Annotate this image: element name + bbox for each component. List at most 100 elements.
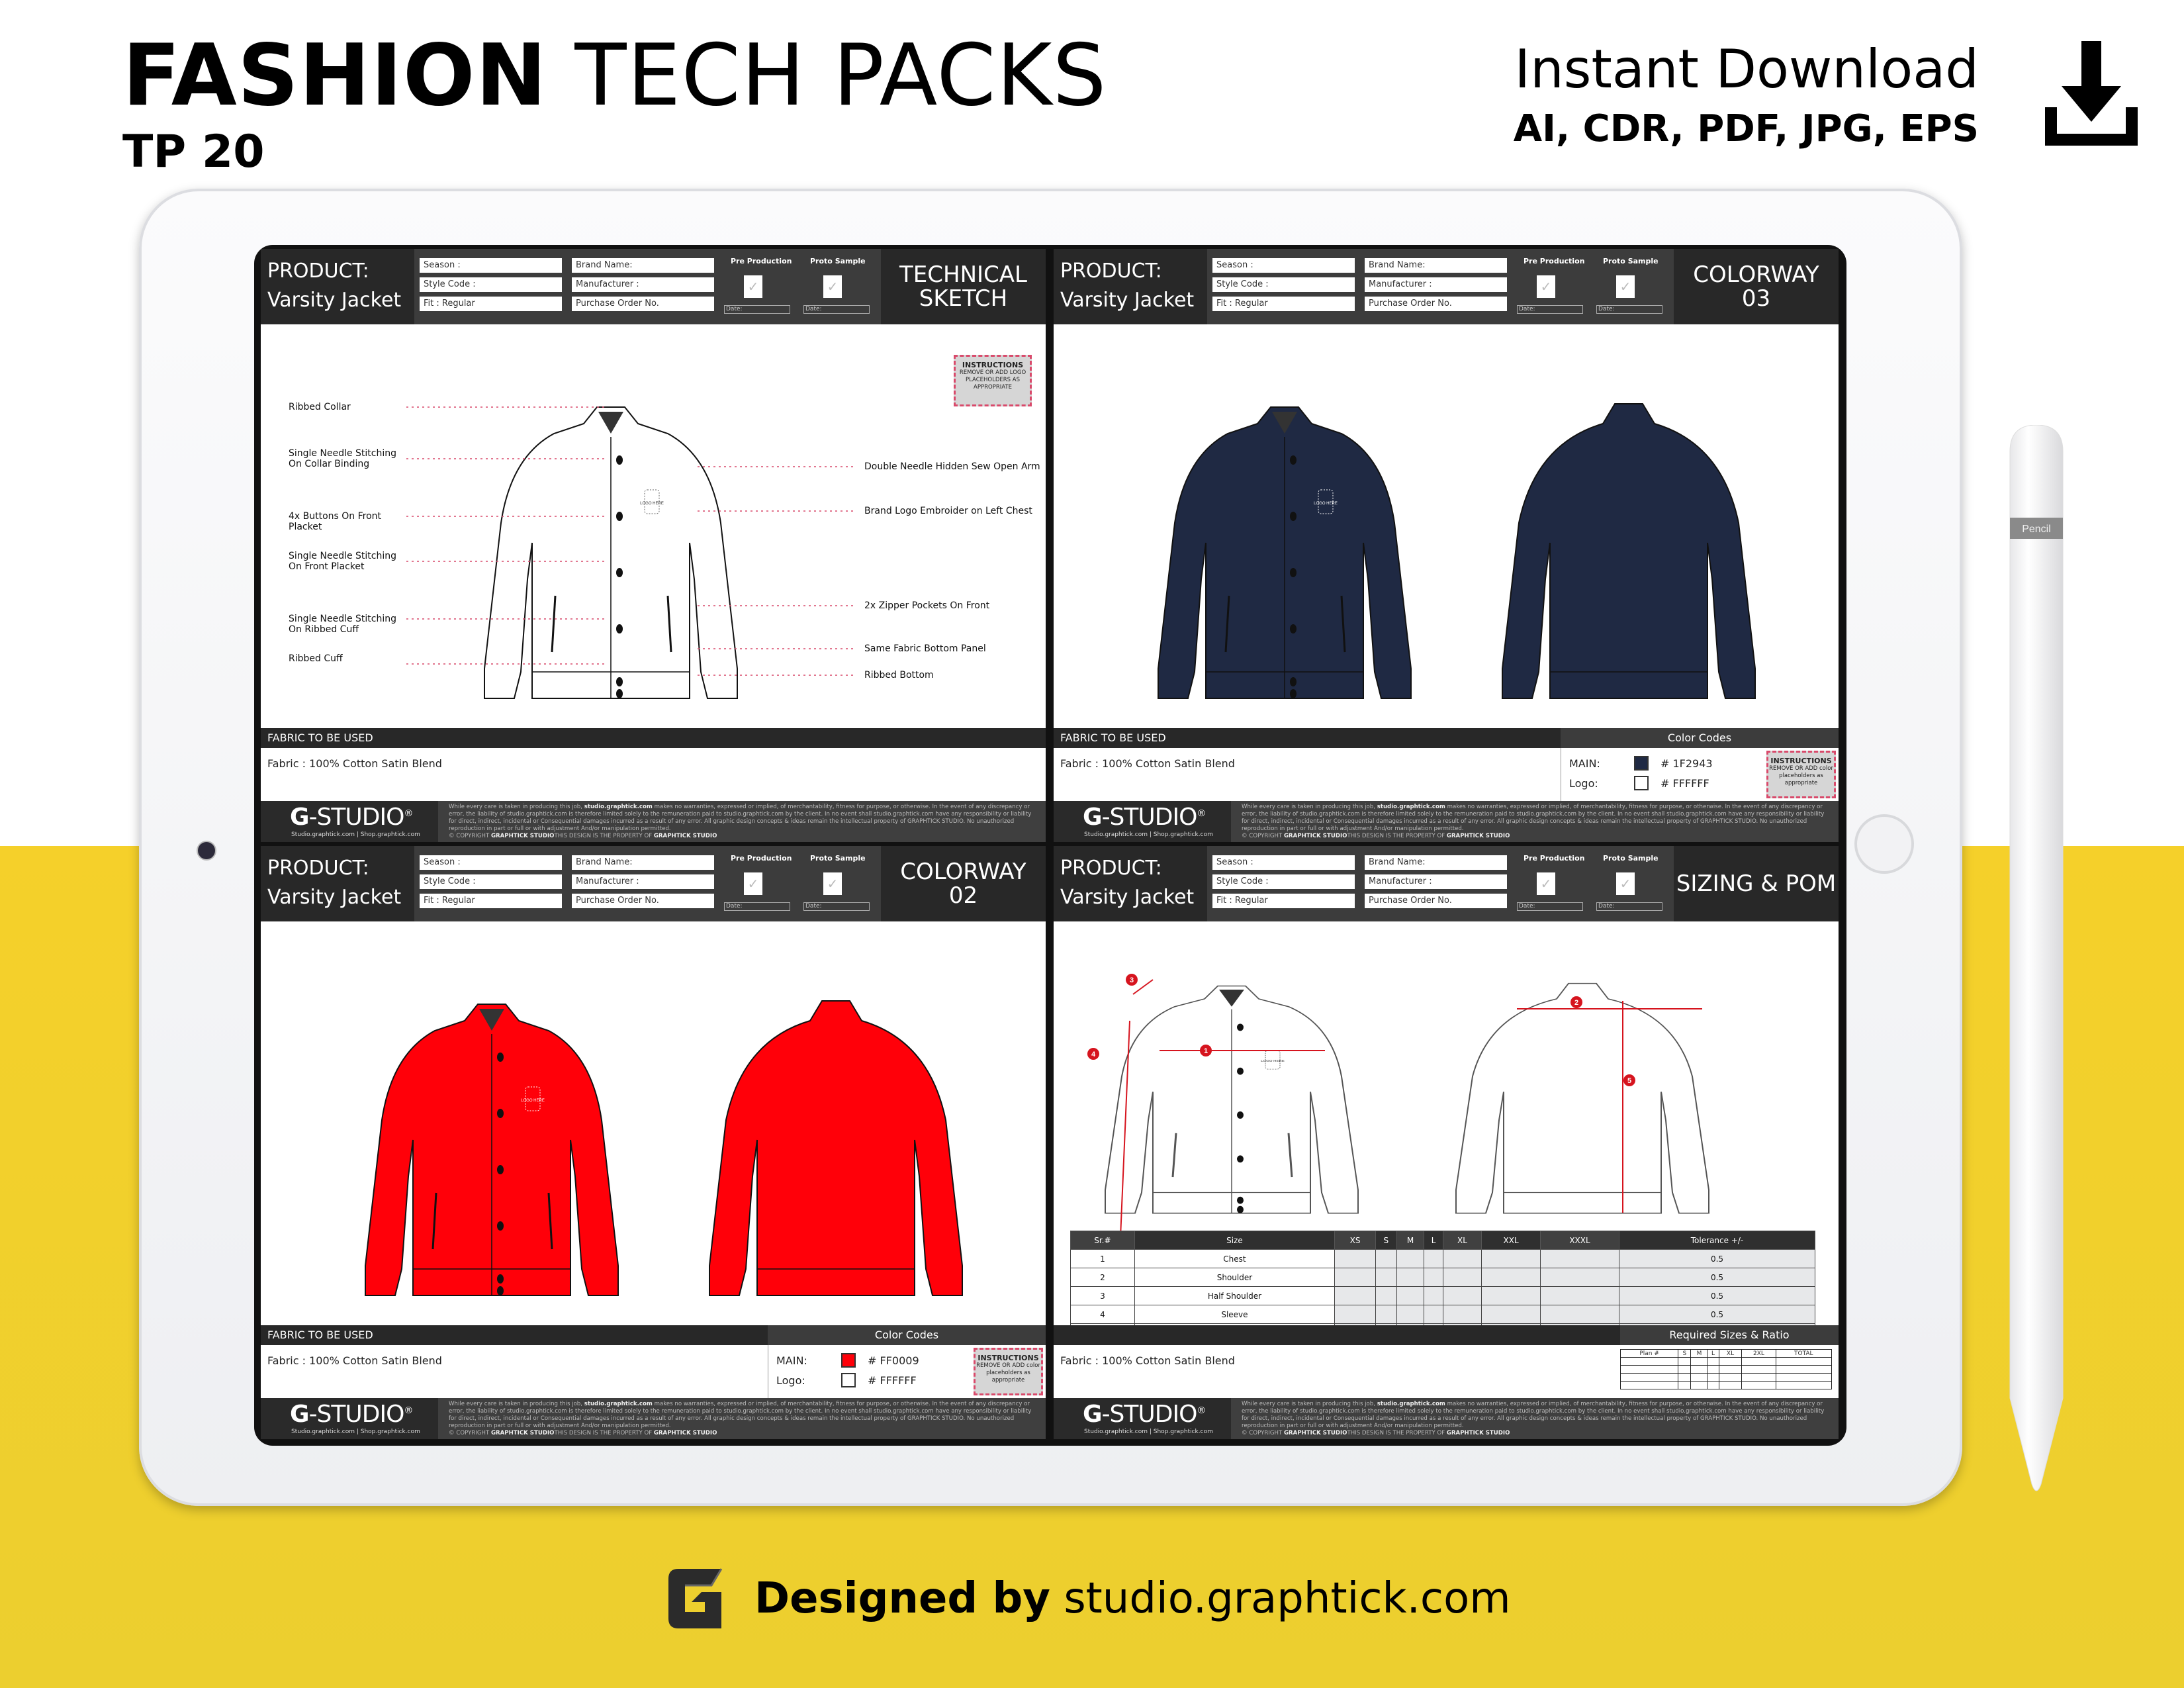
proto-sample-date[interactable]: Date: [803, 902, 870, 911]
ratio-cell[interactable] [1741, 1373, 1776, 1382]
pom-value-cell[interactable] [1442, 1286, 1482, 1305]
proto-sample-date[interactable]: Date: [1596, 902, 1662, 911]
proto-sample-date[interactable]: Date: [1596, 305, 1662, 314]
pom-value-cell[interactable] [1540, 1286, 1619, 1305]
ratio-cell[interactable] [1707, 1381, 1719, 1389]
season-field[interactable]: Season : [1212, 855, 1355, 870]
style-code-field[interactable]: Style Code : [1212, 277, 1355, 292]
pom-value-cell[interactable] [1442, 1268, 1482, 1287]
pom-value-cell[interactable] [1396, 1305, 1425, 1324]
pom-value-cell[interactable] [1375, 1286, 1397, 1305]
ratio-cell[interactable] [1678, 1357, 1692, 1366]
manufacturer-field[interactable]: Manufacturer : [1365, 874, 1507, 889]
pom-value-cell[interactable] [1396, 1249, 1425, 1268]
pre-production-date[interactable]: Date: [724, 902, 790, 911]
ratio-cell[interactable] [1690, 1357, 1708, 1366]
ratio-cell[interactable] [1619, 1357, 1679, 1366]
brand-name-field[interactable]: Brand Name: [1365, 258, 1507, 273]
pom-value-cell[interactable] [1442, 1305, 1482, 1324]
main-color-swatch[interactable] [841, 1353, 856, 1368]
ratio-cell[interactable] [1690, 1365, 1708, 1374]
proto-sample-checkbox[interactable]: ✓ [1616, 872, 1635, 895]
season-field[interactable]: Season : [420, 855, 562, 870]
proto-sample-checkbox[interactable]: ✓ [823, 275, 842, 298]
pre-production-date[interactable]: Date: [1517, 305, 1583, 314]
ratio-cell[interactable] [1707, 1357, 1719, 1366]
ratio-cell[interactable] [1741, 1381, 1776, 1389]
pom-tolerance-cell[interactable]: 0.5 [1619, 1249, 1815, 1268]
ratio-cell[interactable] [1619, 1373, 1679, 1382]
season-field[interactable]: Season : [420, 258, 562, 273]
pom-tolerance-cell[interactable]: 0.5 [1619, 1305, 1815, 1324]
pre-production-checkbox[interactable]: ✓ [744, 275, 762, 298]
fit-field[interactable]: Fit : Regular [1212, 297, 1355, 311]
pom-value-cell[interactable] [1481, 1305, 1541, 1324]
proto-sample-date[interactable]: Date: [803, 305, 870, 314]
pom-value-cell[interactable] [1375, 1305, 1397, 1324]
pom-value-cell[interactable] [1375, 1268, 1397, 1287]
pom-tolerance-cell[interactable]: 0.5 [1619, 1268, 1815, 1287]
pom-value-cell[interactable] [1424, 1305, 1443, 1324]
credit-url[interactable]: studio.graphtick.com [1050, 1574, 1510, 1623]
main-color-swatch[interactable] [1634, 756, 1649, 771]
logo-color-swatch[interactable] [1634, 776, 1649, 790]
season-field[interactable]: Season : [1212, 258, 1355, 273]
home-button[interactable] [1854, 814, 1914, 874]
style-code-field[interactable]: Style Code : [420, 874, 562, 889]
pom-value-cell[interactable] [1334, 1268, 1376, 1287]
logo-color-swatch[interactable] [841, 1373, 856, 1387]
ratio-cell[interactable] [1718, 1357, 1743, 1366]
brand-name-field[interactable]: Brand Name: [1365, 855, 1507, 870]
manufacturer-field[interactable]: Manufacturer : [572, 874, 714, 889]
pom-value-cell[interactable] [1481, 1268, 1541, 1287]
pom-value-cell[interactable] [1424, 1268, 1443, 1287]
ratio-cell[interactable] [1775, 1365, 1833, 1374]
pre-production-checkbox[interactable]: ✓ [1537, 872, 1555, 895]
pom-tolerance-cell[interactable]: 0.5 [1619, 1286, 1815, 1305]
studio-urls[interactable]: Studio.graphtick.com | Shop.graphtick.co… [291, 1429, 420, 1435]
ratio-cell[interactable] [1718, 1381, 1743, 1389]
pom-value-cell[interactable] [1396, 1286, 1425, 1305]
pre-production-date[interactable]: Date: [724, 305, 790, 314]
studio-urls[interactable]: Studio.graphtick.com | Shop.graphtick.co… [291, 831, 420, 838]
manufacturer-field[interactable]: Manufacturer : [572, 277, 714, 292]
studio-urls[interactable]: Studio.graphtick.com | Shop.graphtick.co… [1084, 831, 1213, 838]
ratio-cell[interactable] [1775, 1373, 1833, 1382]
pom-value-cell[interactable] [1334, 1305, 1376, 1324]
ratio-cell[interactable] [1619, 1381, 1679, 1389]
brand-name-field[interactable]: Brand Name: [572, 855, 714, 870]
manufacturer-field[interactable]: Manufacturer : [1365, 277, 1507, 292]
proto-sample-checkbox[interactable]: ✓ [823, 872, 842, 895]
fit-field[interactable]: Fit : Regular [1212, 894, 1355, 908]
po-field[interactable]: Purchase Order No. [1365, 894, 1507, 908]
pom-value-cell[interactable] [1540, 1249, 1619, 1268]
po-field[interactable]: Purchase Order No. [1365, 297, 1507, 311]
po-field[interactable]: Purchase Order No. [572, 297, 714, 311]
ratio-cell[interactable] [1690, 1373, 1708, 1382]
ratio-cell[interactable] [1678, 1365, 1692, 1374]
po-field[interactable]: Purchase Order No. [572, 894, 714, 908]
style-code-field[interactable]: Style Code : [1212, 874, 1355, 889]
pre-production-date[interactable]: Date: [1517, 902, 1583, 911]
ratio-cell[interactable] [1678, 1381, 1692, 1389]
ratio-cell[interactable] [1690, 1381, 1708, 1389]
style-code-field[interactable]: Style Code : [420, 277, 562, 292]
pom-value-cell[interactable] [1334, 1249, 1376, 1268]
ratio-cell[interactable] [1775, 1381, 1833, 1389]
ratio-cell[interactable] [1741, 1365, 1776, 1374]
pom-value-cell[interactable] [1334, 1286, 1376, 1305]
download-icon[interactable] [2045, 41, 2138, 147]
pre-production-checkbox[interactable]: ✓ [744, 872, 762, 895]
proto-sample-checkbox[interactable]: ✓ [1616, 275, 1635, 298]
ratio-cell[interactable] [1718, 1365, 1743, 1374]
pom-value-cell[interactable] [1540, 1268, 1619, 1287]
pom-value-cell[interactable] [1375, 1249, 1397, 1268]
ratio-cell[interactable] [1707, 1365, 1719, 1374]
fit-field[interactable]: Fit : Regular [420, 894, 562, 908]
pom-value-cell[interactable] [1540, 1305, 1619, 1324]
pom-value-cell[interactable] [1481, 1286, 1541, 1305]
ratio-cell[interactable] [1741, 1357, 1776, 1366]
pom-value-cell[interactable] [1481, 1249, 1541, 1268]
pom-value-cell[interactable] [1424, 1249, 1443, 1268]
pre-production-checkbox[interactable]: ✓ [1537, 275, 1555, 298]
